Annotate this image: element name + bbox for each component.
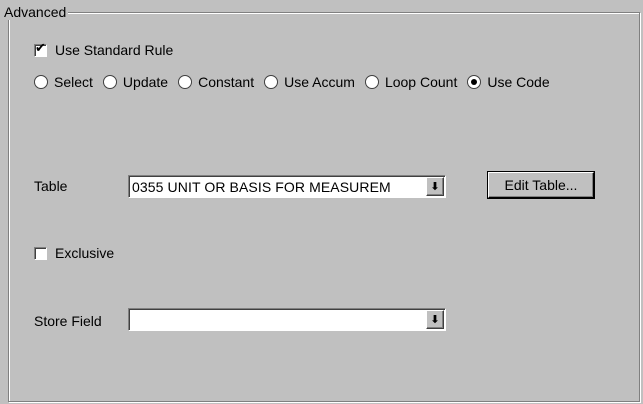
radio-update-label: Update <box>122 74 169 90</box>
radio-use-accum-label: Use Accum <box>284 74 355 90</box>
exclusive-box[interactable] <box>34 246 47 260</box>
edit-table-button[interactable]: Edit Table... <box>487 171 595 199</box>
advanced-panel: Advanced ✔ Use Standard Rule Select Upda… <box>0 0 643 404</box>
radio-update[interactable]: Update <box>102 74 169 90</box>
radio-update-button[interactable] <box>102 75 117 89</box>
radio-selected-dot-icon <box>471 79 478 85</box>
use-standard-rule-box[interactable]: ✔ <box>34 40 47 57</box>
radio-use-accum[interactable]: Use Accum <box>264 74 355 90</box>
exclusive-label: Exclusive <box>55 245 115 261</box>
use-standard-rule-label: Use Standard Rule <box>55 42 174 58</box>
exclusive-checkbox[interactable]: Exclusive <box>34 245 114 261</box>
radio-select-label: Select <box>54 74 93 90</box>
advanced-groupbox <box>8 12 640 402</box>
radio-use-code[interactable]: Use Code <box>467 74 550 90</box>
radio-constant-button[interactable] <box>178 75 193 89</box>
checkmark-icon: ✔ <box>35 40 46 56</box>
table-combobox[interactable]: 0355 UNIT OR BASIS FOR MEASUREM ⬇ <box>128 175 446 198</box>
radio-select[interactable]: Select <box>34 74 93 90</box>
table-label: Table <box>34 178 68 194</box>
mode-radio-group: Select Update Constant Use Accum Loop Co… <box>34 74 550 90</box>
store-field-label: Store Field <box>34 313 102 329</box>
radio-use-accum-button[interactable] <box>264 75 279 89</box>
table-dropdown-arrow-icon[interactable]: ⬇ <box>426 177 444 196</box>
radio-use-code-button[interactable] <box>467 75 482 89</box>
edit-table-button-label: Edit Table... <box>504 177 578 193</box>
table-combobox-value: 0355 UNIT OR BASIS FOR MEASUREM <box>132 178 391 195</box>
radio-loop-count-button[interactable] <box>364 75 379 89</box>
radio-loop-count[interactable]: Loop Count <box>364 74 458 90</box>
radio-constant-label: Constant <box>198 74 255 90</box>
store-field-combobox[interactable]: ⬇ <box>128 308 446 331</box>
radio-select-button[interactable] <box>34 75 48 89</box>
advanced-group-title: Advanced <box>2 4 69 20</box>
radio-constant[interactable]: Constant <box>178 74 254 90</box>
radio-use-code-label: Use Code <box>487 74 550 90</box>
store-field-dropdown-arrow-icon[interactable]: ⬇ <box>426 310 444 329</box>
radio-loop-count-label: Loop Count <box>384 74 458 90</box>
use-standard-rule-checkbox[interactable]: ✔ Use Standard Rule <box>34 40 174 58</box>
